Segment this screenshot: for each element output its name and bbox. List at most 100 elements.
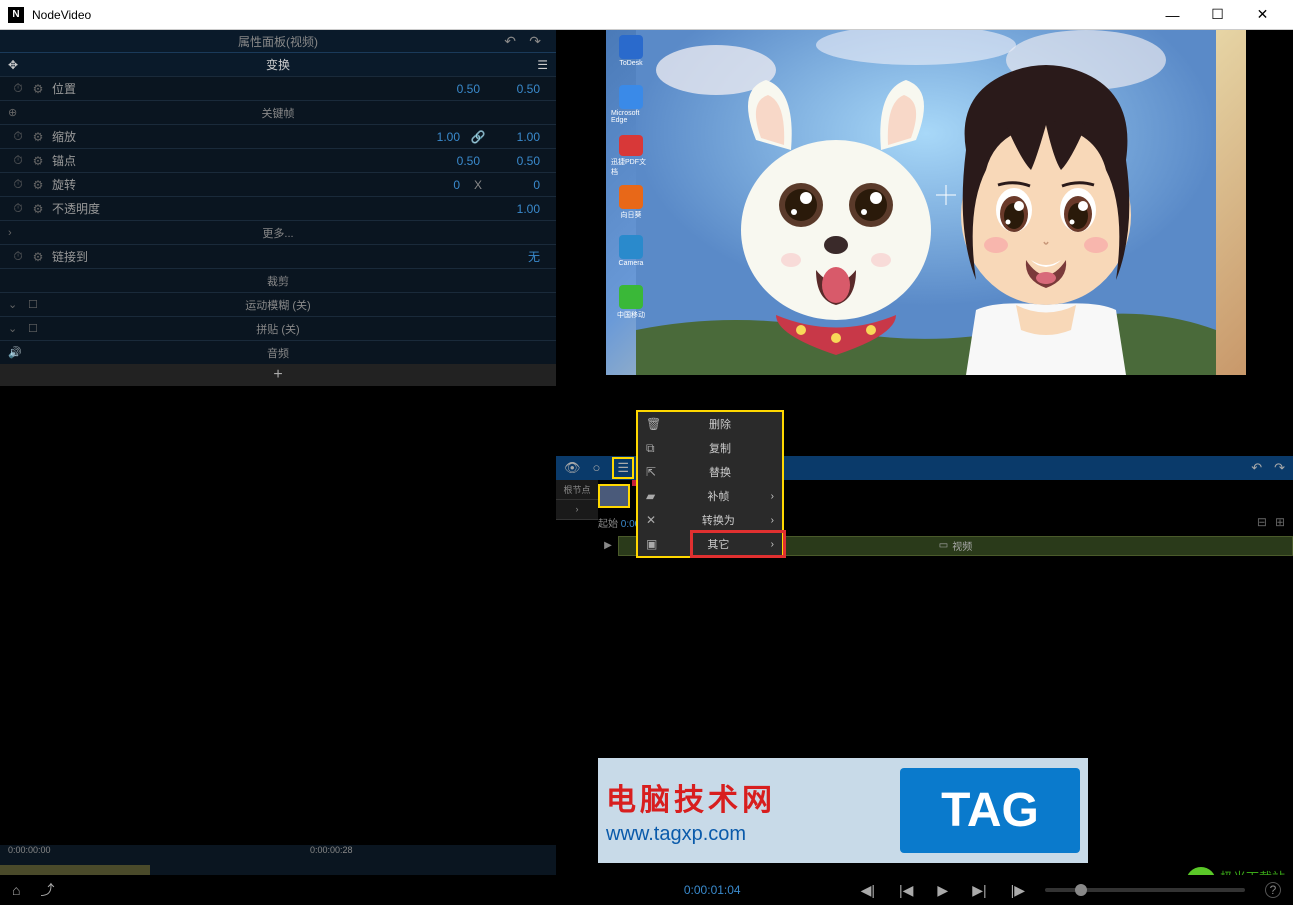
stopwatch-icon[interactable]: ⏱ <box>8 249 28 264</box>
slider-thumb[interactable] <box>1075 884 1087 896</box>
chevron-right-icon: › <box>771 539 774 550</box>
minimize-button[interactable]: — <box>1150 0 1195 30</box>
clip-icon: ▭ <box>939 540 948 551</box>
redo-icon[interactable]: ↷ <box>529 33 541 50</box>
menu-item-other[interactable]: ▣ 其它 › <box>638 532 782 556</box>
image-icon: ▣ <box>646 537 666 551</box>
preview-area[interactable]: ToDesk Microsoft Edge 迅捷PDF文档 向日葵 Camera… <box>556 30 1293 456</box>
convert-icon: ✕ <box>646 513 666 527</box>
desktop-icons: ToDesk Microsoft Edge 迅捷PDF文档 向日葵 Camera… <box>611 35 651 327</box>
menu-icon[interactable]: ☰ <box>537 58 548 72</box>
help-icon[interactable]: ? <box>1265 882 1281 898</box>
skip-forward-icon[interactable]: ▶| <box>972 882 986 899</box>
checkbox-icon[interactable]: ☐ <box>28 322 38 335</box>
next-frame-icon[interactable]: |▶ <box>1011 882 1025 899</box>
copy-icon: ⧉ <box>646 441 666 456</box>
gear-icon[interactable]: ⚙ <box>28 154 48 168</box>
property-panel: 属性面板(视频) ↶ ↷ ✥ 变换 ☰ ⏱ ⚙ 位置 0.50 0.50 ⊕ 关… <box>0 30 556 905</box>
app-logo: N <box>8 7 24 23</box>
rotation-x-value[interactable]: 0 <box>408 178 468 192</box>
anchor-y-value[interactable]: 0.50 <box>488 154 548 168</box>
anime-illustration <box>606 30 1246 375</box>
anchor-row[interactable]: ⏱ ⚙ 锚点 0.50 0.50 <box>0 148 556 172</box>
chevron-right-icon: › <box>771 491 774 502</box>
chevron-right-icon: › <box>771 515 774 526</box>
scale-row[interactable]: ⏱ ⚙ 缩放 1.00 🔗 1.00 <box>0 124 556 148</box>
keyframe-row[interactable]: ⊕ 关键帧 <box>0 100 556 124</box>
current-time: 0:00:01:04 <box>684 883 741 897</box>
menu-item-delete[interactable]: 🗑 删除 <box>638 412 782 436</box>
link-icon[interactable]: 🔗 <box>468 130 488 144</box>
anchor-x-value[interactable]: 0.50 <box>428 154 488 168</box>
checkbox-icon[interactable]: ☐ <box>28 298 38 311</box>
add-property-button[interactable]: + <box>0 364 556 386</box>
stopwatch-icon[interactable]: ⏱ <box>8 201 28 216</box>
desktop-icon: Microsoft Edge <box>611 85 651 127</box>
maximize-button[interactable]: ☐ <box>1195 0 1240 30</box>
stopwatch-icon[interactable]: ⏱ <box>8 177 28 192</box>
chevron-down-icon: ⌄ <box>8 322 17 335</box>
motion-blur-row[interactable]: ⌄ ☐ 运动模糊 (关) <box>0 292 556 316</box>
position-x-value[interactable]: 0.50 <box>428 82 488 96</box>
gear-icon[interactable]: ⚙ <box>28 130 48 144</box>
undo-icon[interactable]: ↶ <box>1251 460 1262 476</box>
link-to-value[interactable]: 无 <box>488 248 548 265</box>
move-icon: ✥ <box>8 58 18 72</box>
link-to-row[interactable]: ⏱ ⚙ 链接到 无 <box>0 244 556 268</box>
timeline-expand-tab[interactable]: › <box>556 500 598 520</box>
desktop-icon: 向日葵 <box>611 185 651 227</box>
rotation-y-value[interactable]: 0 <box>488 178 548 192</box>
opacity-value[interactable]: 1.00 <box>488 202 548 216</box>
timeline-ruler[interactable]: 0:00:00:00 0:00:00:28 <box>0 845 556 875</box>
titlebar: N NodeVideo — ☐ ✕ <box>0 0 1293 30</box>
tile-row[interactable]: ⌄ ☐ 拼贴 (关) <box>0 316 556 340</box>
context-menu: 🗑 删除 ⧉ 复制 ⇱ 替换 ▰ 补帧 › ✕ 转换为 › ▣ 其它 › <box>636 410 784 558</box>
audio-row[interactable]: 🔊 音频 <box>0 340 556 364</box>
export-icon[interactable]: ⤴ <box>40 880 54 900</box>
opacity-row[interactable]: ⏱ ⚙ 不透明度 1.00 <box>0 196 556 220</box>
menu-item-replace[interactable]: ⇱ 替换 <box>638 460 782 484</box>
chevron-right-icon: › <box>8 227 12 239</box>
circle-icon[interactable]: ○ <box>593 460 601 475</box>
gear-icon[interactable]: ⚙ <box>28 178 48 192</box>
track-play-icon[interactable]: ▶ <box>598 540 618 551</box>
crop-row[interactable]: 裁剪 <box>0 268 556 292</box>
rotation-row[interactable]: ⏱ ⚙ 旋转 0 X 0 <box>0 172 556 196</box>
menu-item-interpolate[interactable]: ▰ 补帧 › <box>638 484 782 508</box>
stopwatch-icon[interactable]: ⏱ <box>8 153 28 168</box>
gear-icon[interactable]: ⚙ <box>28 250 48 264</box>
timeline-grid-icon[interactable]: ⊞ <box>1275 515 1285 529</box>
position-y-value[interactable]: 0.50 <box>488 82 548 96</box>
timeline-settings-icon[interactable]: ⊟ <box>1257 515 1267 529</box>
transport-bar: ⌂ ⤴ 0:00:01:04 ◀| |◀ ▶ ▶| |▶ ? <box>0 875 1293 905</box>
scale-x-value[interactable]: 1.00 <box>408 130 468 144</box>
desktop-icon: Camera <box>611 235 651 277</box>
prev-frame-icon[interactable]: ◀| <box>861 882 875 899</box>
timeline-node-tab[interactable]: 根节点 <box>556 480 598 500</box>
stopwatch-icon[interactable]: ⏱ <box>8 129 28 144</box>
desktop-icon: 中国移动 <box>611 285 651 327</box>
play-icon[interactable]: ▶ <box>937 882 948 899</box>
close-button[interactable]: ✕ <box>1240 0 1285 30</box>
more-row[interactable]: › 更多... <box>0 220 556 244</box>
menu-item-copy[interactable]: ⧉ 复制 <box>638 436 782 460</box>
scale-y-value[interactable]: 1.00 <box>488 130 548 144</box>
stopwatch-icon[interactable]: ⏱ <box>8 81 28 96</box>
zoom-slider[interactable] <box>1045 888 1245 892</box>
trash-icon: 🗑 <box>646 417 666 431</box>
transform-section-header[interactable]: ✥ 变换 ☰ <box>0 52 556 76</box>
layers-icon[interactable]: ☰ <box>612 457 634 479</box>
ruler-range-bar[interactable] <box>0 865 150 875</box>
add-keyframe-icon[interactable]: ⊕ <box>8 106 17 119</box>
skip-back-icon[interactable]: |◀ <box>899 882 913 899</box>
gear-icon[interactable]: ⚙ <box>28 202 48 216</box>
redo-icon[interactable]: ↷ <box>1274 460 1285 476</box>
property-panel-header: 属性面板(视频) ↶ ↷ <box>0 30 556 52</box>
undo-icon[interactable]: ↶ <box>504 33 516 50</box>
gear-icon[interactable]: ⚙ <box>28 82 48 96</box>
home-icon[interactable]: ⌂ <box>12 882 20 898</box>
menu-item-convert[interactable]: ✕ 转换为 › <box>638 508 782 532</box>
visibility-icon[interactable]: 👁 <box>564 460 581 476</box>
position-row[interactable]: ⏱ ⚙ 位置 0.50 0.50 <box>0 76 556 100</box>
timeline-clip-thumbnail[interactable] <box>598 484 630 508</box>
